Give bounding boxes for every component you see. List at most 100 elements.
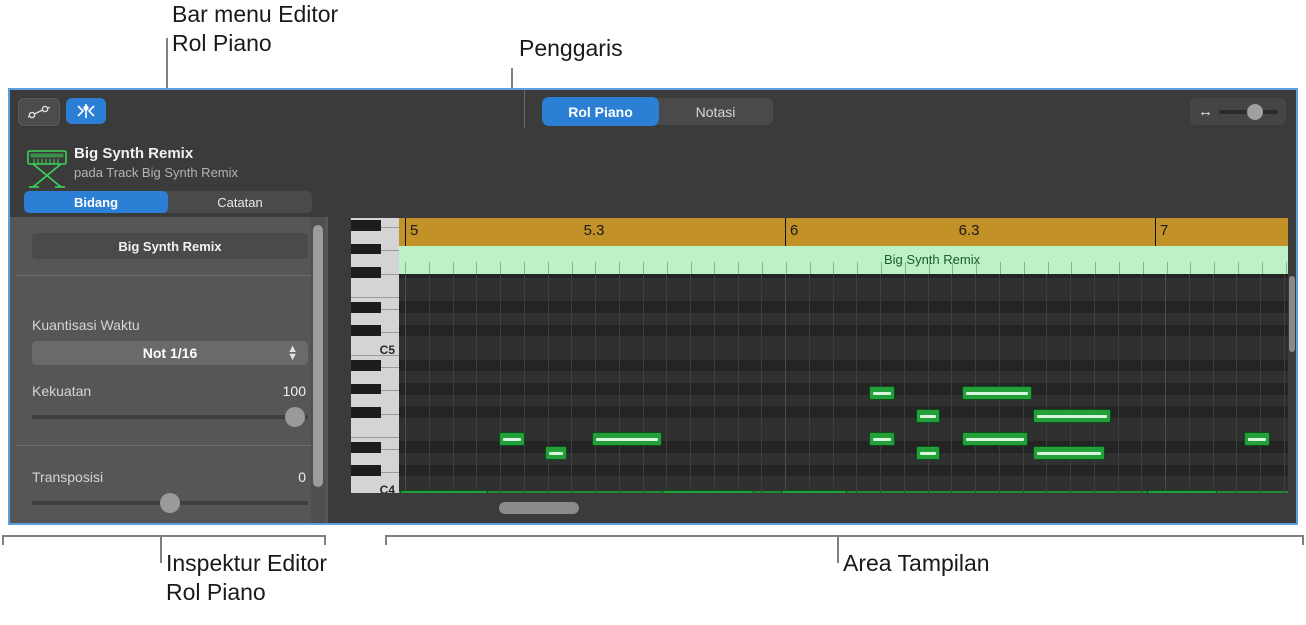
midi-note[interactable] <box>499 432 525 446</box>
bracket-inspector-right <box>324 535 326 545</box>
region-beat-tick <box>1190 262 1191 274</box>
grid-row <box>399 301 1288 313</box>
piano-black-key[interactable] <box>351 267 381 278</box>
note-velocity-bar <box>920 452 936 455</box>
grid-beat-line <box>1070 274 1071 493</box>
synth-keyboard-icon <box>24 145 70 191</box>
midi-note[interactable] <box>781 490 847 493</box>
inspector-divider-2 <box>16 445 322 446</box>
callout-bar-menu: Bar menu Editor Rol Piano <box>172 0 338 58</box>
tab-rol-piano[interactable]: Rol Piano <box>543 98 658 125</box>
callout-inspector: Inspektur Editor Rol Piano <box>166 549 327 607</box>
grid-beat-line <box>809 274 810 493</box>
grid-beat-line <box>429 274 430 493</box>
midi-note[interactable] <box>869 432 895 446</box>
piano-black-key[interactable] <box>351 384 381 395</box>
midi-note[interactable] <box>1244 432 1270 446</box>
tab-catatan[interactable]: Catatan <box>168 191 312 213</box>
piano-black-key[interactable] <box>351 407 381 418</box>
piano-white-key[interactable] <box>351 418 399 438</box>
piano-black-key[interactable] <box>351 360 381 371</box>
region-beat-tick <box>714 262 715 274</box>
piano-roll-editor-window: Rol Piano Notasi ↔ <box>8 88 1298 525</box>
midi-note[interactable] <box>1033 446 1105 460</box>
strength-slider[interactable] <box>32 407 308 427</box>
midi-note[interactable] <box>400 490 488 493</box>
piano-black-key[interactable] <box>351 220 381 231</box>
tab-notasi[interactable]: Notasi <box>658 98 773 125</box>
view-mode-segmented-control[interactable]: Rol Piano Notasi <box>543 98 773 125</box>
inspector-header: Big Synth Remix pada Track Big Synth Rem… <box>10 133 328 217</box>
piano-black-key[interactable] <box>351 302 381 313</box>
horizontal-scrollbar-thumb[interactable] <box>499 502 579 514</box>
grid-beat-line <box>500 274 501 493</box>
inspector-scrollbar-track[interactable] <box>311 217 325 523</box>
midi-note[interactable] <box>962 432 1028 446</box>
grid-beat-line <box>714 274 715 493</box>
midi-note[interactable] <box>545 446 567 460</box>
grid-row <box>399 336 1288 348</box>
ruler-bar-tick <box>785 218 786 246</box>
transpose-slider[interactable] <box>32 493 308 513</box>
inspector-tabs[interactable]: Bidang Catatan <box>24 191 312 213</box>
callout-leader-display <box>837 535 839 563</box>
horizontal-resize-icon: ↔ <box>1198 104 1213 119</box>
midi-note[interactable] <box>662 490 754 493</box>
vertical-scrollbar-thumb[interactable] <box>1289 276 1295 352</box>
time-quantize-popup[interactable]: Not 1/16 ▲▼ <box>32 341 308 365</box>
midi-note[interactable] <box>916 446 940 460</box>
horizontal-zoom-slider[interactable]: ↔ <box>1190 98 1286 125</box>
region-name-field[interactable]: Big Synth Remix <box>32 233 308 259</box>
ruler-bar-label: 7 <box>1160 222 1168 239</box>
grid-row <box>399 313 1288 325</box>
inspector-track-subtitle: pada Track Big Synth Remix <box>74 165 238 180</box>
grid-row <box>399 383 1288 395</box>
midi-note[interactable] <box>1033 409 1111 423</box>
region-beat-tick <box>952 262 953 274</box>
inspector-scrollbar-thumb[interactable] <box>313 225 323 487</box>
strength-slider-track[interactable] <box>32 415 308 419</box>
piano-keyboard[interactable]: C5C4 <box>351 218 399 493</box>
region-beat-tick <box>1143 262 1144 274</box>
automation-curve-icon[interactable] <box>18 98 60 126</box>
piano-black-key[interactable] <box>351 325 381 336</box>
note-grid-display-area[interactable] <box>399 274 1288 493</box>
note-velocity-bar <box>920 415 936 418</box>
note-velocity-bar <box>1248 438 1266 441</box>
piano-black-key[interactable] <box>351 244 381 255</box>
grid-beat-line <box>951 274 952 493</box>
region-beat-tick <box>1048 262 1049 274</box>
midi-note[interactable] <box>592 432 662 446</box>
midi-note[interactable] <box>962 386 1032 400</box>
grid-beat-line <box>1046 274 1047 493</box>
grid-beat-line <box>761 274 762 493</box>
piano-black-key[interactable] <box>351 465 381 476</box>
tab-bidang[interactable]: Bidang <box>24 191 168 213</box>
grid-beat-line <box>975 274 976 493</box>
grid-row <box>399 348 1288 360</box>
ruler[interactable]: 55.366.37 <box>399 218 1288 247</box>
flex-time-icon[interactable] <box>66 98 106 124</box>
piano-black-key[interactable] <box>351 442 381 453</box>
grid-beat-line <box>690 274 691 493</box>
midi-note[interactable] <box>1147 490 1217 493</box>
zoom-slider-knob[interactable] <box>1247 104 1263 120</box>
region-strip[interactable]: Big Synth Remix <box>399 246 1288 275</box>
piano-white-key[interactable] <box>351 278 399 298</box>
value-transposisi: 0 <box>298 469 306 485</box>
midi-note[interactable] <box>869 386 895 400</box>
midi-note[interactable] <box>916 409 940 423</box>
bracket-display-left <box>385 535 387 545</box>
horizontal-scrollbar[interactable] <box>351 497 1288 519</box>
grid-row <box>399 465 1288 477</box>
note-velocity-bar <box>1037 415 1107 418</box>
strength-slider-knob[interactable] <box>285 407 305 427</box>
zoom-slider-track[interactable] <box>1219 110 1278 114</box>
transpose-slider-knob[interactable] <box>160 493 180 513</box>
grid-beat-line <box>453 274 454 493</box>
grid-beat-line <box>1189 274 1190 493</box>
note-velocity-bar <box>873 392 891 395</box>
ruler-bar-label: 5.3 <box>584 222 605 239</box>
note-velocity-bar <box>966 438 1024 441</box>
vertical-scrollbar[interactable] <box>1288 274 1296 493</box>
